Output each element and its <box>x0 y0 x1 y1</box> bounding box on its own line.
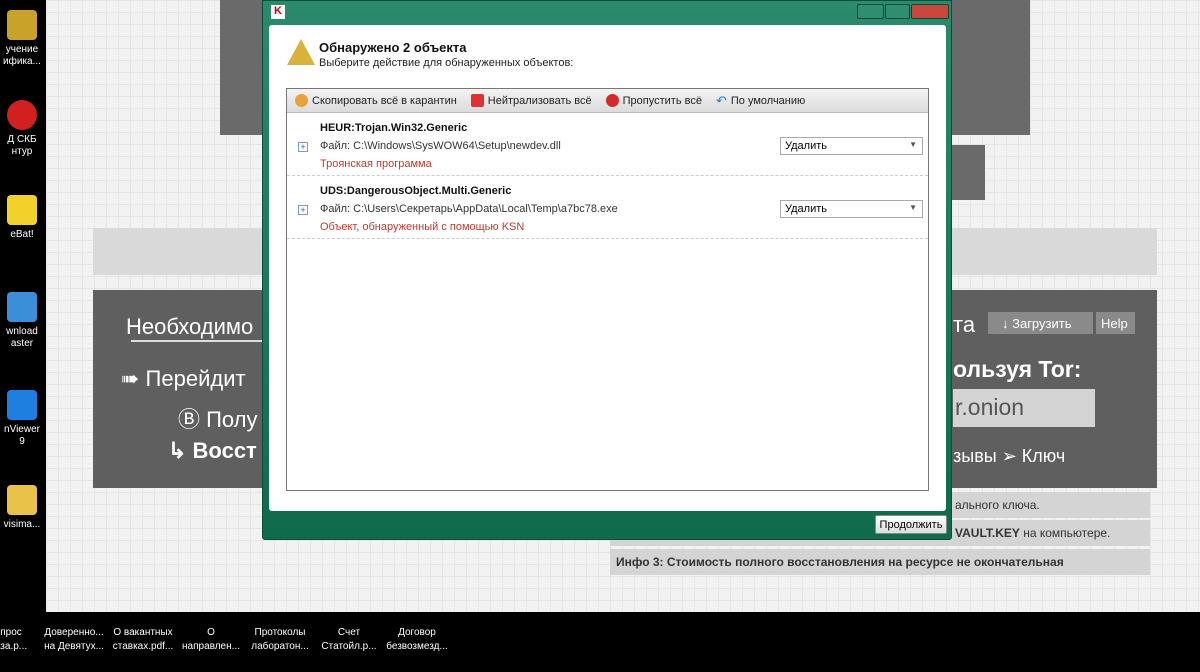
threat-item: HEUR:Trojan.Win32.Generic + Файл: C:\Win… <box>287 113 928 176</box>
radiation-icon <box>295 94 308 107</box>
icon-label: visima... <box>3 519 41 530</box>
chevron-down-icon: ▼ <box>909 203 917 212</box>
dialog-content: Обнаружено 2 объекта Выберите действие д… <box>269 25 946 511</box>
instruction-text: Ⓑ Полу <box>178 407 258 432</box>
desktop-file[interactable]: Счет Статойл.р... <box>312 626 386 654</box>
kaspersky-dialog: K Обнаружено 2 объекта Выберите действие… <box>262 0 952 540</box>
keys-icon <box>7 10 37 40</box>
teamviewer-icon <box>7 390 37 420</box>
action-select[interactable]: Удалить ▼ <box>780 137 923 155</box>
help-button[interactable]: Help <box>1096 312 1135 334</box>
threat-name: HEUR:Trojan.Win32.Generic <box>320 122 468 134</box>
info-text: ального ключа. <box>955 498 1040 512</box>
threat-name: UDS:DangerousObject.Multi.Generic <box>320 185 512 197</box>
tool-label: По умолчанию <box>730 94 806 107</box>
block-icon <box>605 94 619 107</box>
threat-list: Скопировать всё в карантин Нейтрализоват… <box>286 88 929 491</box>
expand-icon[interactable]: + <box>298 205 308 215</box>
tool-label: Скопировать всё в карантин <box>312 94 457 107</box>
desktop-file[interactable]: Доверенно... на Девятух... <box>37 626 111 654</box>
icon-label: eBat! <box>10 229 34 240</box>
info-row-3: Инфо 3: Стоимость полного восстановления… <box>610 549 1150 575</box>
neutralize-all-button[interactable]: Нейтрализовать всё <box>470 94 592 107</box>
icon-label: wnload aster <box>6 326 38 349</box>
threat-file: Файл: C:\Users\Секретарь\AppData\Local\T… <box>320 203 618 215</box>
dialog-subtitle: Выберите действие для обнаруженных объек… <box>319 57 574 69</box>
red-cross-icon <box>470 94 484 107</box>
maximize-button[interactable] <box>885 4 910 19</box>
skip-all-button[interactable]: Пропустить всё <box>605 94 702 107</box>
action-toolbar: Скопировать всё в карантин Нейтрализоват… <box>287 89 928 113</box>
desktop-bottom-row: прос аза.р... Доверенно... на Девятух...… <box>0 612 1200 672</box>
threat-item: UDS:DangerousObject.Multi.Generic + Файл… <box>287 176 928 239</box>
download-master-icon <box>7 292 37 322</box>
action-value: Удалить <box>785 203 827 215</box>
undo-icon: ↶ <box>715 92 727 108</box>
desktop-file[interactable]: Протоколы лаборатон... <box>243 626 317 654</box>
desktop-icon[interactable]: visima... <box>0 485 44 531</box>
instruction-text: ользуя Tor: <box>953 356 1082 382</box>
divider <box>131 340 281 342</box>
desktop-icon[interactable]: учение ифика... <box>0 10 44 68</box>
action-select[interactable]: Удалить ▼ <box>780 200 923 218</box>
onion-address[interactable]: r.onion <box>953 389 1095 427</box>
icon-label: учение ифика... <box>3 44 41 67</box>
desktop-file[interactable]: О направлен... <box>174 626 248 654</box>
action-value: Удалить <box>785 140 827 152</box>
quarantine-all-button[interactable]: Скопировать всё в карантин <box>295 94 457 107</box>
tool-label: Пропустить всё <box>622 94 702 107</box>
threat-description: Объект, обнаруженный с помощью KSN <box>320 221 525 233</box>
thebat-icon <box>7 195 37 225</box>
archive-icon <box>7 485 37 515</box>
kontur-icon <box>7 100 37 130</box>
default-button[interactable]: ↶ По умолчанию <box>716 93 805 109</box>
threat-description: Троянская программа <box>320 158 432 170</box>
desktop-file[interactable]: О вакантных ставках.pdf... <box>106 626 180 654</box>
desktop-icon[interactable]: nViewer 9 <box>0 390 44 448</box>
instruction-text: Необходимо <box>126 314 254 339</box>
desktop-icon[interactable]: Д СКБ нтур <box>0 100 44 158</box>
threat-file: Файл: C:\Windows\SysWOW64\Setup\newdev.d… <box>320 140 561 152</box>
desktop-icon[interactable]: eBat! <box>0 195 44 241</box>
info-text: VAULT.KEY <box>955 526 1020 540</box>
instruction-text: ➠ Перейдит <box>121 366 246 391</box>
instruction-text: зывы ➢ Ключ <box>953 446 1066 466</box>
icon-label: nViewer 9 <box>4 424 40 447</box>
warning-icon <box>287 39 315 65</box>
icon-label: Д СКБ нтур <box>7 134 37 157</box>
minimize-button[interactable] <box>857 4 884 19</box>
tool-label: Нейтрализовать всё <box>487 94 592 107</box>
instruction-text: ↳ Восст <box>168 438 257 463</box>
chevron-down-icon: ▼ <box>909 140 917 149</box>
desktop-file[interactable]: Договор безвозмезд... <box>380 626 454 654</box>
kaspersky-logo-icon: K <box>271 5 285 19</box>
instruction-text: та <box>953 312 976 337</box>
download-button[interactable]: ↓ Загрузить <box>988 312 1093 334</box>
desktop-file[interactable]: прос аза.р... <box>0 626 42 654</box>
dialog-title: Обнаружено 2 объекта <box>319 40 467 55</box>
info-text: на компьютере. <box>1019 526 1111 540</box>
expand-icon[interactable]: + <box>298 142 308 152</box>
info-text: Инфо 3: Стоимость полного восстановления… <box>616 555 1064 569</box>
close-button[interactable] <box>911 4 949 19</box>
continue-button[interactable]: Продолжить <box>875 515 947 534</box>
desktop-icon[interactable]: wnload aster <box>0 292 44 350</box>
